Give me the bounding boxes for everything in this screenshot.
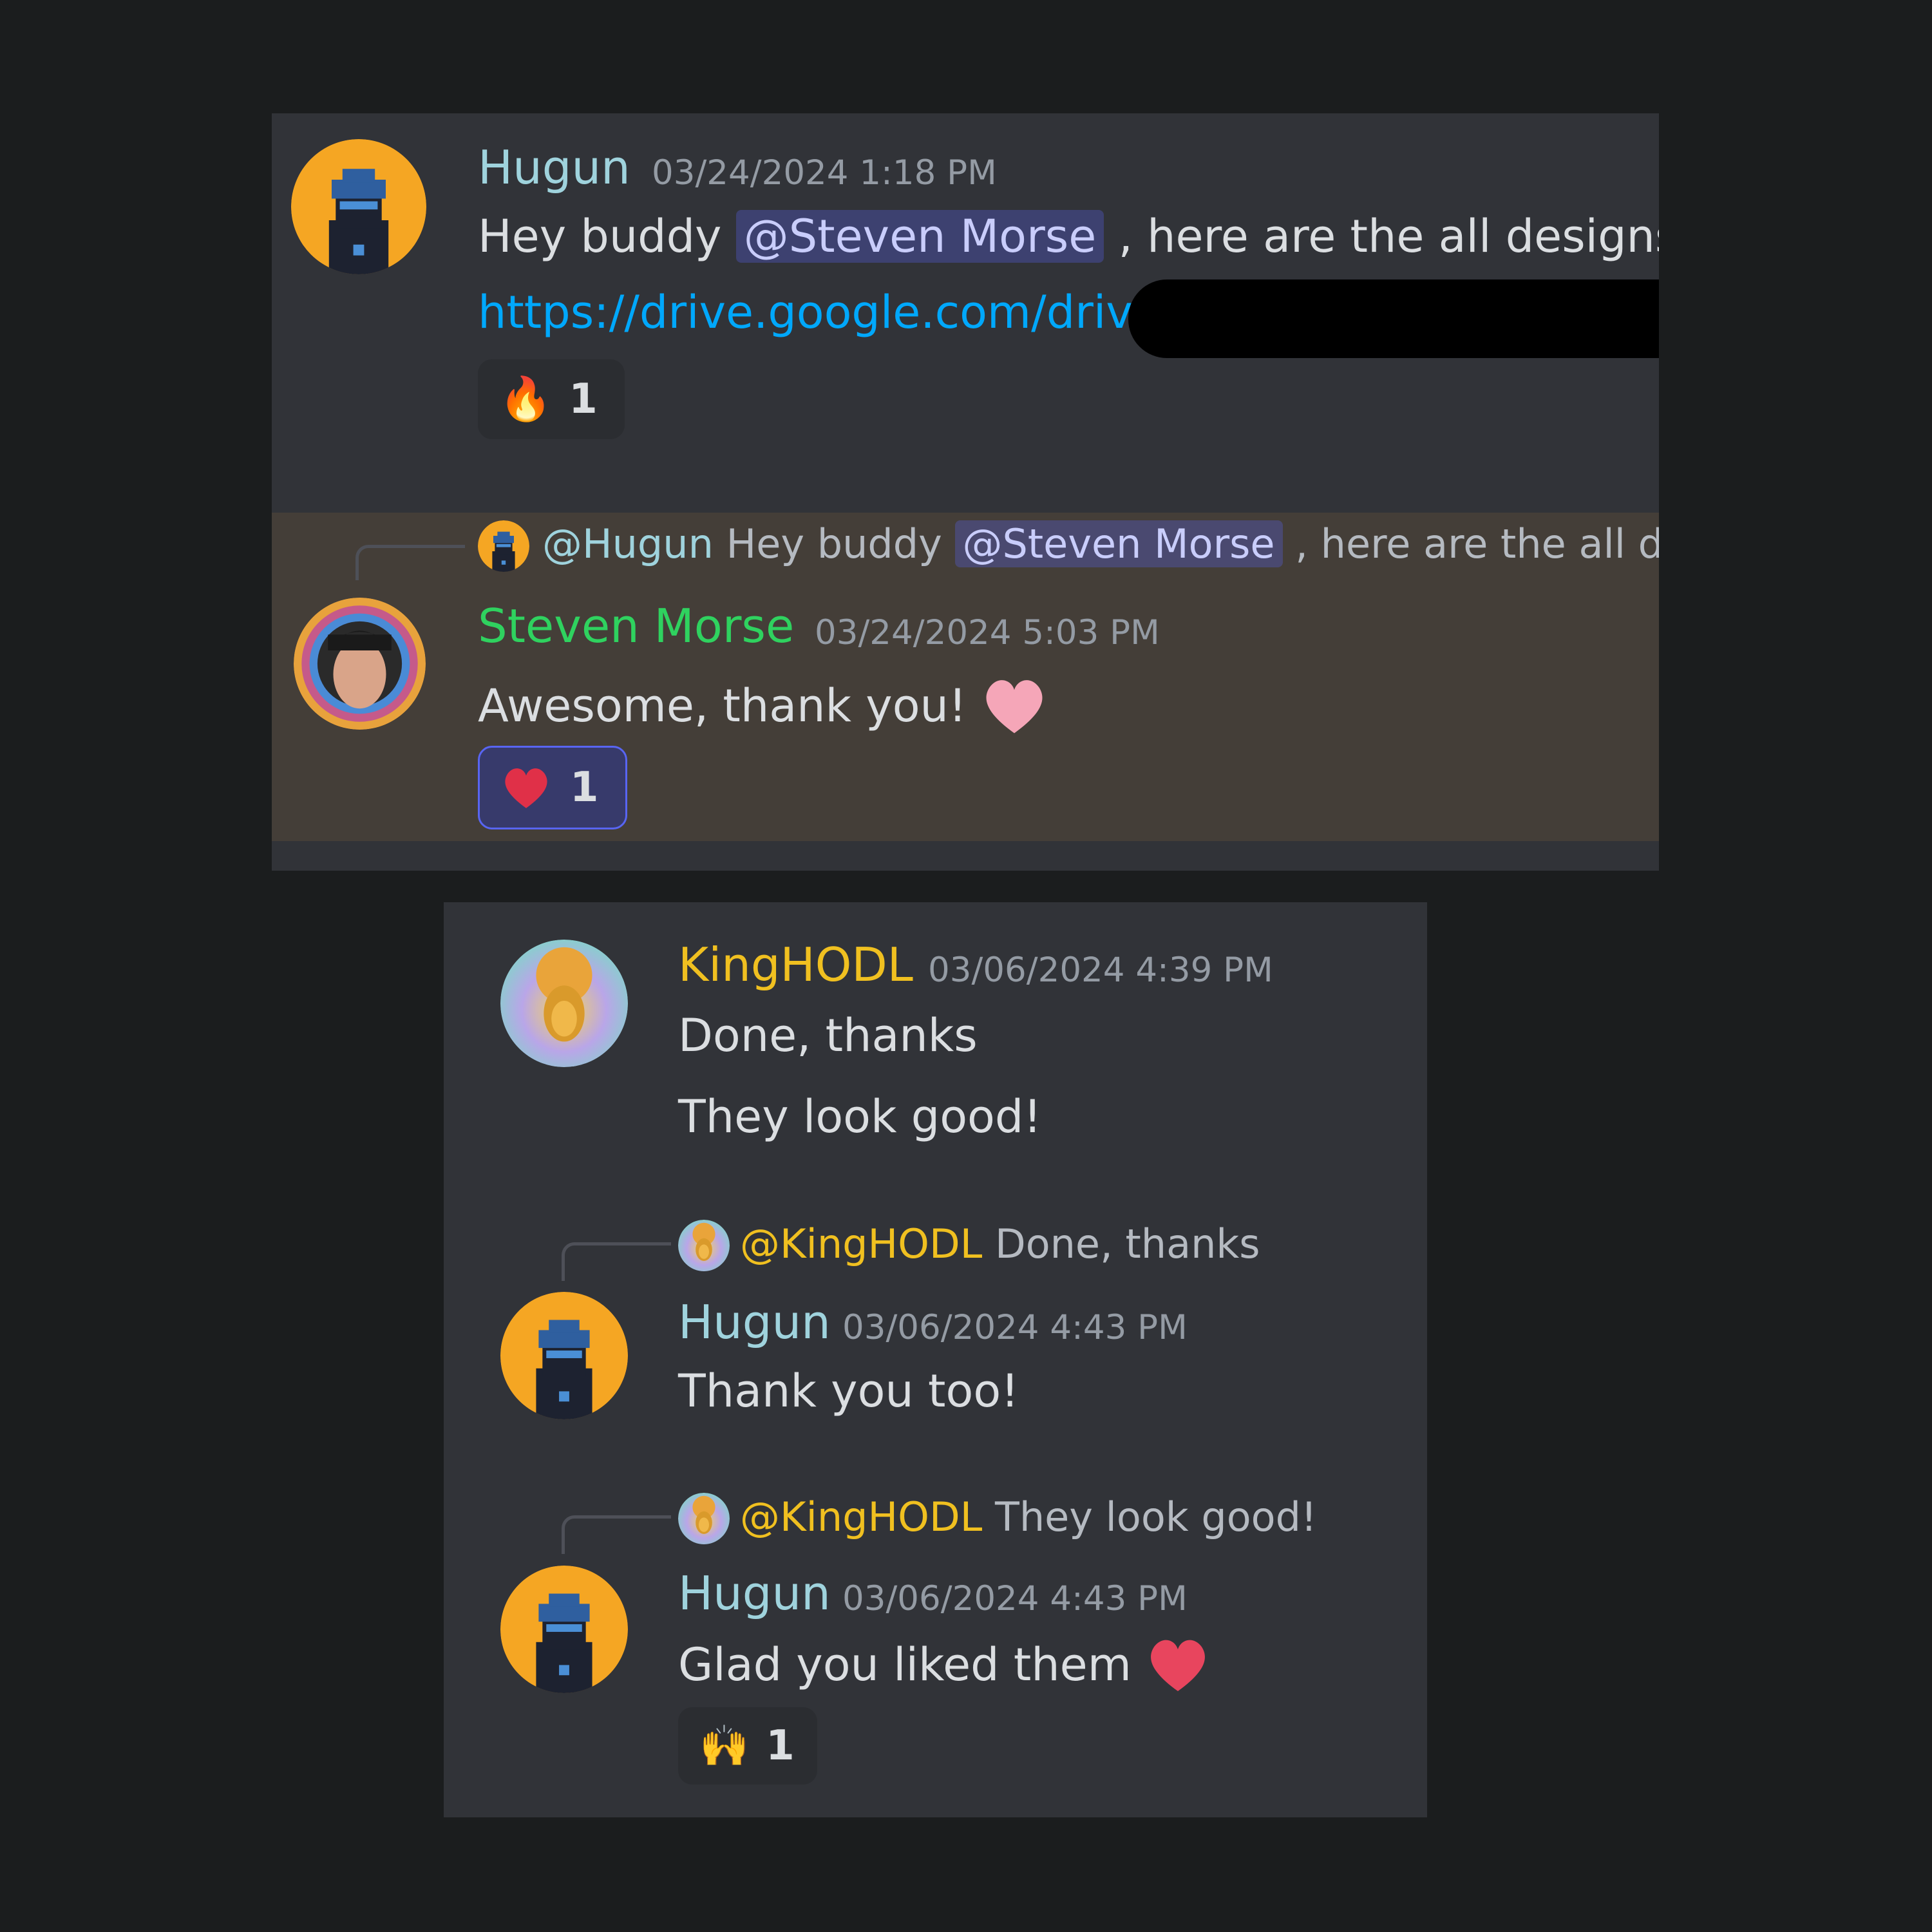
bottom-chat-panel: KingHODL 03/06/2024 4:39 PM Done, thanks… — [444, 902, 1427, 1817]
reply-text-part: Done, thanks — [982, 1220, 1260, 1267]
reply-preview[interactable]: @KingHODL They look good! — [740, 1493, 1317, 1540]
portrait-avatar-icon[interactable] — [294, 598, 426, 730]
reaction-fire[interactable]: 🔥 1 — [478, 359, 625, 439]
timestamp: 03/24/2024 5:03 PM — [815, 613, 1160, 652]
golden-face-avatar-icon — [678, 1220, 730, 1271]
drive-link[interactable]: https://drive.google.com/driv — [478, 286, 1133, 339]
pixel-ninja-avatar-icon[interactable] — [500, 1292, 628, 1419]
message-text: Hey buddy @Steven Morse , here are the a… — [478, 210, 1659, 263]
username[interactable]: KingHODL — [678, 938, 913, 992]
username[interactable]: Steven Morse — [478, 599, 794, 653]
message-text: Done, thanks — [678, 1009, 978, 1062]
pixel-ninja-avatar-icon — [478, 520, 529, 572]
redaction-scribble — [1128, 279, 1659, 358]
reaction-count: 1 — [570, 764, 599, 811]
username[interactable]: Hugun — [678, 1295, 831, 1349]
golden-face-avatar-icon[interactable] — [500, 940, 628, 1067]
reply-connector — [562, 1515, 671, 1554]
pink-heart-emoji-icon — [978, 670, 1050, 742]
timestamp: 03/06/2024 4:43 PM — [842, 1579, 1188, 1618]
reply-author[interactable]: @KingHODL — [740, 1220, 982, 1267]
username[interactable]: Hugun — [678, 1566, 831, 1620]
message-text-part: , here are the all designs, — [1104, 210, 1659, 263]
reply-author[interactable]: @KingHODL — [740, 1493, 982, 1540]
fire-emoji-icon: 🔥 — [499, 374, 553, 424]
timestamp: 03/06/2024 4:39 PM — [928, 951, 1273, 990]
reply-connector — [562, 1242, 671, 1281]
message-text-part: Hey buddy — [478, 210, 736, 263]
reaction-raised-hands[interactable]: 🙌 1 — [678, 1707, 817, 1785]
reply-preview[interactable]: @KingHODL Done, thanks — [740, 1220, 1260, 1267]
golden-face-avatar-icon — [678, 1493, 730, 1544]
message-text: Glad you liked them — [678, 1630, 1213, 1700]
pixel-ninja-avatar-icon[interactable] — [500, 1566, 628, 1693]
timestamp: 03/24/2024 1:18 PM — [652, 153, 997, 193]
reply-preview[interactable]: @Hugun Hey buddy @Steven Morse , here ar… — [542, 520, 1659, 567]
raised-hands-emoji-icon: 🙌 — [699, 1722, 750, 1769]
pixel-ninja-avatar-icon[interactable] — [291, 139, 426, 274]
timestamp: 03/06/2024 4:43 PM — [842, 1308, 1188, 1347]
reaction-heart[interactable]: 1 — [478, 746, 627, 829]
message-text-part: Awesome, thank you! — [478, 679, 967, 732]
message-text: Awesome, thank you! — [478, 670, 1050, 742]
red-heart-emoji-icon — [499, 761, 553, 815]
reply-text-part: They look good! — [982, 1493, 1317, 1540]
heart-emoji-icon — [1143, 1630, 1213, 1700]
user-mention[interactable]: @Steven Morse — [954, 520, 1283, 567]
username[interactable]: Hugun — [478, 140, 630, 194]
message-text-part: Glad you liked them — [678, 1638, 1132, 1691]
reply-text-part: , here are the all de — [1282, 520, 1659, 567]
message-text: Thank you too! — [678, 1365, 1019, 1417]
message-text: They look good! — [678, 1090, 1042, 1143]
reaction-count: 1 — [766, 1722, 795, 1770]
reply-author[interactable]: @Hugun — [542, 520, 714, 567]
user-mention[interactable]: @Steven Morse — [735, 210, 1104, 263]
reply-connector — [355, 545, 465, 580]
reply-text-part: Hey buddy — [713, 520, 955, 567]
reaction-count: 1 — [569, 375, 598, 423]
